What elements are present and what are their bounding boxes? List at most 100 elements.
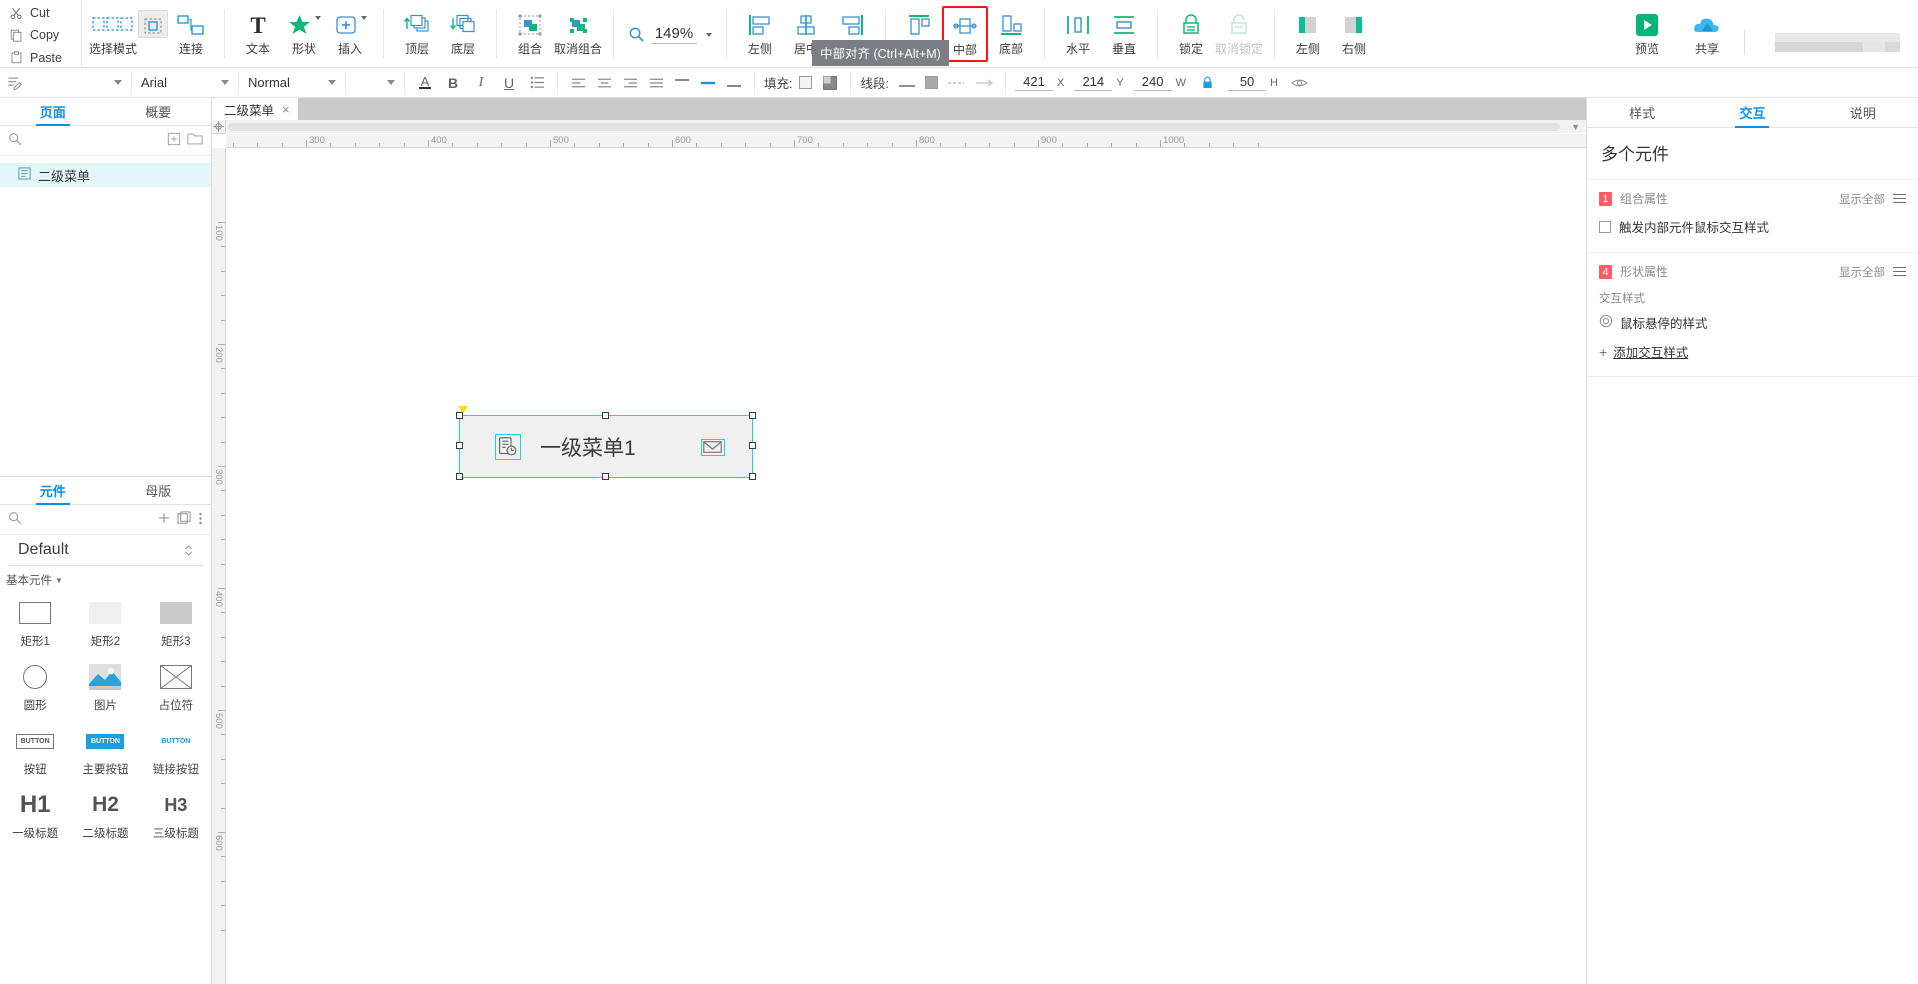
resize-handle-nw[interactable] <box>456 412 463 419</box>
font-style-caret-icon[interactable] <box>328 80 336 85</box>
more-options-icon[interactable] <box>198 511 203 529</box>
font-family-select[interactable]: Arial <box>135 68 235 98</box>
unlock-button[interactable]: 取消锁定 <box>1214 6 1264 62</box>
list-icon[interactable] <box>526 72 548 94</box>
align-middle-button[interactable]: 中部 <box>942 6 989 62</box>
vertical-ruler[interactable]: 100 200 300 400 500 600 <box>212 148 226 984</box>
shape-show-all-button[interactable]: 显示全部 <box>1839 264 1885 280</box>
widget-image[interactable]: 图片 <box>70 658 140 720</box>
trigger-inner-interaction-checkbox[interactable] <box>1599 220 1611 233</box>
text-button[interactable]: T 文本 <box>235 6 281 62</box>
align-text-justify-icon[interactable] <box>645 72 667 94</box>
tab-interactions[interactable]: 交互 <box>1697 98 1807 127</box>
font-size-select[interactable] <box>349 68 401 98</box>
bring-to-front-button[interactable]: 顶层 <box>394 6 440 62</box>
select-mode-button[interactable]: 选择模式 <box>88 6 138 62</box>
lock-ratio-icon[interactable] <box>1196 72 1218 94</box>
font-style-select[interactable]: Normal <box>242 68 342 98</box>
widget-circle[interactable]: 圆形 <box>0 658 70 720</box>
widget-search-icon[interactable] <box>8 511 22 528</box>
zoom-dropdown-caret-icon[interactable] <box>706 33 713 37</box>
group-menu-hamburger-icon[interactable] <box>1893 193 1906 204</box>
add-page-icon[interactable] <box>167 132 181 149</box>
lock-button[interactable]: 锁定 <box>1168 6 1214 62</box>
align-text-right-icon[interactable] <box>619 72 641 94</box>
tab-widgets[interactable]: 元件 <box>0 477 106 504</box>
visibility-icon[interactable] <box>1288 72 1310 94</box>
menu-element-text[interactable]: 一级菜单1 <box>540 416 636 477</box>
line-style-dashed-icon[interactable] <box>945 72 967 94</box>
align-text-center-icon[interactable] <box>593 72 615 94</box>
font-family-caret-icon[interactable] <box>221 80 229 85</box>
widget-placeholder[interactable]: 占位符 <box>141 658 211 720</box>
style-select-caret-icon[interactable] <box>114 80 122 85</box>
tab-style[interactable]: 样式 <box>1587 98 1697 127</box>
distribute-vertical-button[interactable]: 垂直 <box>1101 6 1147 62</box>
selected-menu-element[interactable]: 一级菜单1 <box>460 416 752 477</box>
resize-handle-sw[interactable] <box>456 473 463 480</box>
widget-primary-button[interactable]: BUTTON 主要按钮 <box>70 722 140 784</box>
line-color-swatch[interactable] <box>924 76 938 89</box>
envelope-icon[interactable] <box>701 439 725 456</box>
canvas-surface[interactable]: 一级菜单1 <box>226 148 1586 984</box>
paste-button[interactable]: Paste <box>10 49 81 67</box>
bold-icon[interactable]: B <box>442 72 464 94</box>
resize-handle-e[interactable] <box>749 442 756 449</box>
page-item-secondary-menu[interactable]: 二级菜单 <box>0 163 211 187</box>
widget-h3[interactable]: H3 三级标题 <box>141 786 211 848</box>
underline-icon[interactable]: U <box>498 72 520 94</box>
x-input[interactable] <box>1014 74 1053 91</box>
line-arrow-icon[interactable] <box>974 72 996 94</box>
share-button[interactable]: 共享 <box>1684 6 1730 62</box>
library-icon[interactable] <box>177 511 192 528</box>
resize-handle-n[interactable] <box>602 412 609 419</box>
font-size-caret-icon[interactable] <box>387 80 395 85</box>
copy-button[interactable]: Copy <box>10 26 81 44</box>
widget-h1[interactable]: H1 一级标题 <box>0 786 70 848</box>
group-button[interactable]: 组合 <box>507 6 553 62</box>
send-to-back-button[interactable]: 底层 <box>440 6 486 62</box>
y-input[interactable] <box>1074 74 1113 91</box>
connect-button[interactable]: 连接 <box>168 6 214 62</box>
width-input[interactable] <box>1133 74 1172 91</box>
clipboard-clock-icon[interactable] <box>495 434 521 460</box>
trigger-inner-interaction-checkbox-row[interactable]: 触发内部元件鼠标交互样式 <box>1587 211 1918 242</box>
tab-pages[interactable]: 页面 <box>0 98 106 125</box>
horizontal-ruler[interactable]: 300 400 500 600 700 800 900 1000 <box>226 134 1586 148</box>
resize-handle-se[interactable] <box>749 473 756 480</box>
insert-button[interactable]: 插入 <box>327 6 373 62</box>
tab-notes[interactable]: 说明 <box>1808 98 1918 127</box>
widget-link-button[interactable]: BUTTON 链接按钮 <box>141 722 211 784</box>
section-collapse-caret-icon[interactable]: ▼ <box>55 576 63 585</box>
search-icon[interactable] <box>8 132 22 149</box>
select-mode-alt-button[interactable] <box>138 10 169 38</box>
font-color-icon[interactable]: A <box>414 72 436 94</box>
pin-right-button[interactable]: 右侧 <box>1331 6 1377 62</box>
horizontal-scrollbar[interactable]: ▼ <box>226 120 1586 133</box>
add-library-icon[interactable] <box>157 511 171 528</box>
widget-rectangle3[interactable]: 矩形3 <box>141 594 211 656</box>
insert-dropdown-caret-icon[interactable] <box>360 16 367 20</box>
style-select[interactable] <box>0 68 128 98</box>
widget-rectangle2[interactable]: 矩形2 <box>70 594 140 656</box>
pin-left-button[interactable]: 左侧 <box>1285 6 1331 62</box>
widget-section-header[interactable]: 基本元件 ▼ <box>0 566 211 590</box>
shape-dropdown-caret-icon[interactable] <box>315 16 322 20</box>
library-selector[interactable]: Default <box>8 535 203 566</box>
horizontal-scrollbar-thumb[interactable] <box>228 123 1560 131</box>
tab-masters[interactable]: 母版 <box>106 477 212 504</box>
zoom-level-value[interactable]: 149% <box>651 25 698 44</box>
zoom-control[interactable]: 149% <box>618 6 722 62</box>
resize-handle-ne[interactable] <box>749 412 756 419</box>
height-input[interactable] <box>1228 74 1267 91</box>
shape-menu-hamburger-icon[interactable] <box>1893 266 1906 277</box>
hover-style-row[interactable]: 鼠标悬停的样式 <box>1587 308 1918 337</box>
distribute-horizontal-button[interactable]: 水平 <box>1055 6 1101 62</box>
add-interaction-style-button[interactable]: + 添加交互样式 <box>1587 337 1918 366</box>
cut-button[interactable]: Cut <box>10 4 81 22</box>
close-icon[interactable]: × <box>282 102 290 117</box>
group-show-all-button[interactable]: 显示全部 <box>1839 191 1885 207</box>
shape-button[interactable]: 形状 <box>281 6 327 62</box>
fill-color-swatch[interactable] <box>799 76 813 89</box>
widget-button[interactable]: BUTTON 按钮 <box>0 722 70 784</box>
